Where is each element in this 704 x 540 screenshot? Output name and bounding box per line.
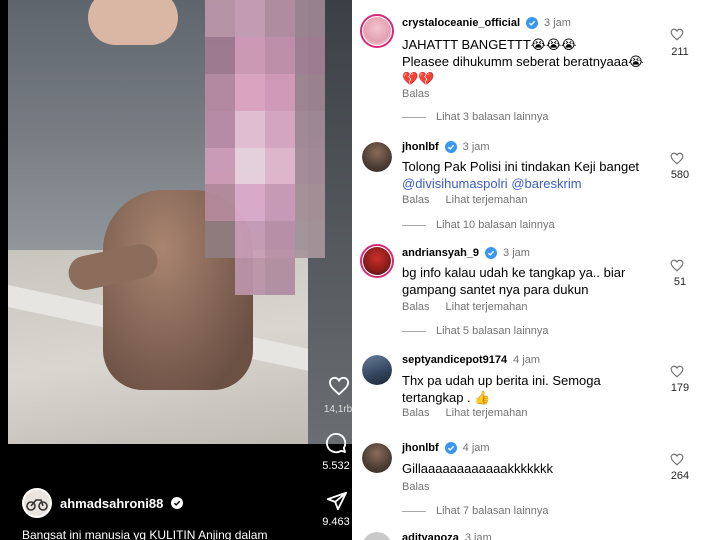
comment-line: Tolong Pak Polisi ini tindakan Keji bang… — [402, 159, 640, 174]
comment-actions: Balas — [402, 88, 430, 100]
comment-like-icon[interactable] — [670, 453, 684, 466]
divider — [402, 116, 426, 118]
commenter-avatar[interactable] — [360, 244, 394, 278]
view-replies-button[interactable]: Lihat 7 balasan lainnya — [402, 505, 549, 517]
comment-time: 4 jam — [462, 442, 490, 454]
comment-like-icon[interactable] — [670, 259, 684, 272]
comment-text: Gillaaaaaaaaaaaakkkkkkk — [402, 460, 662, 477]
comment-username[interactable]: jhonlbf — [402, 442, 439, 454]
commenter-avatar[interactable] — [362, 142, 392, 172]
censor-mosaic — [205, 0, 325, 295]
comment-time: 3 jam — [464, 532, 492, 540]
translate-button[interactable]: Lihat terjemahan — [446, 301, 528, 313]
comment-text: bg info kalau udah ke tangkap ya.. biar … — [402, 264, 662, 298]
comment-header: jhonlbf 3 jam — [402, 141, 490, 153]
verified-badge-icon — [171, 497, 184, 509]
author-avatar[interactable] — [22, 488, 52, 518]
comment-header: crystaloceanie_official 3 jam — [402, 17, 571, 29]
reply-button[interactable]: Balas — [402, 194, 430, 206]
share-button[interactable] — [326, 490, 348, 517]
comment-like-count: 179 — [670, 382, 690, 394]
comment-line: gampang santet nya para dukun — [402, 282, 589, 297]
comment-username[interactable]: septyandicepot9174 — [402, 354, 507, 366]
comment-actions: Balas Lihat terjemahan — [402, 301, 527, 313]
mention-link[interactable]: @divisihumaspolri — [402, 176, 508, 191]
comment-username[interactable]: andriansyah_9 — [402, 247, 479, 259]
commenter-avatar[interactable] — [362, 355, 392, 385]
video-hand — [88, 0, 178, 45]
verified-badge-icon — [444, 141, 457, 153]
comments-panel: crystaloceanie_official 3 jam JAHATTT BA… — [352, 0, 704, 540]
divider — [402, 224, 426, 226]
commenter-avatar[interactable] — [362, 443, 392, 473]
comment-actions: Balas Lihat terjemahan — [402, 194, 527, 206]
comment-button[interactable] — [325, 432, 347, 459]
reply-button[interactable]: Balas — [402, 88, 430, 100]
comment-like-icon[interactable] — [670, 152, 684, 165]
verified-badge-icon — [444, 442, 457, 454]
view-replies-button[interactable]: Lihat 5 balasan lainnya — [402, 325, 549, 337]
comment-line: Pleasee dihukumm seberat beratnyaaa😭 — [402, 54, 644, 69]
comment-count: 5.532 — [322, 460, 350, 472]
divider — [402, 510, 426, 512]
comment-like-count: 264 — [670, 470, 690, 482]
motorcycle-icon — [26, 499, 48, 511]
post-caption: Bangsat ini manusia yg KULITIN Anjing da… — [22, 528, 268, 540]
like-count: 14,1rb — [323, 404, 352, 415]
comment-like-count: 51 — [673, 276, 687, 288]
comment-line: 💔💔 — [402, 71, 435, 86]
commenter-avatar[interactable] — [360, 14, 394, 48]
divider — [402, 330, 426, 332]
comment-line: Thx pa udah up berita ini. Semoga — [402, 373, 601, 388]
translate-button[interactable]: Lihat terjemahan — [446, 194, 528, 206]
comment-line: JAHATTT BANGETTT😭😭😭 — [402, 37, 577, 52]
comment-time: 4 jam — [513, 354, 541, 366]
paper-plane-icon — [326, 491, 348, 511]
share-count: 9.463 — [322, 516, 350, 528]
comment-time: 3 jam — [462, 141, 490, 153]
comment-actions: Balas Lihat terjemahan — [402, 407, 527, 419]
comment-username[interactable]: crystaloceanie_official — [402, 17, 520, 29]
comment-header: andriansyah_9 3 jam — [402, 247, 530, 259]
comment-actions: Balas — [402, 481, 430, 493]
view-replies-label: Lihat 10 balasan lainnya — [436, 219, 555, 231]
comment-time: 3 jam — [544, 17, 571, 29]
view-replies-button[interactable]: Lihat 3 balasan lainnya — [402, 111, 549, 123]
comment-line: bg info kalau udah ke tangkap ya.. biar — [402, 265, 626, 280]
comment-like-count: 211 — [671, 46, 689, 58]
comment-header: septyandicepot9174 4 jam — [402, 354, 540, 366]
comment-username[interactable]: jhonlbf — [402, 141, 439, 153]
comment-text: Tolong Pak Polisi ini tindakan Keji bang… — [402, 158, 662, 192]
comment-text: JAHATTT BANGETTT😭😭😭 Pleasee dihukumm seb… — [402, 36, 662, 87]
comment-time: 3 jam — [503, 247, 530, 259]
video-post-panel: 14,1rb 5.532 9.463 ahmadsahroni88 Bangsa… — [0, 0, 352, 540]
comment-like-count: 580 — [670, 169, 690, 181]
commenter-avatar[interactable] — [362, 532, 392, 540]
mention-link[interactable]: @bareskrim — [511, 176, 581, 191]
video-player[interactable] — [8, 0, 352, 444]
post-author[interactable]: ahmadsahroni88 — [22, 488, 184, 518]
translate-button[interactable]: Lihat terjemahan — [446, 407, 528, 419]
like-button[interactable] — [328, 376, 350, 401]
view-replies-button[interactable]: Lihat 10 balasan lainnya — [402, 219, 555, 231]
comment-like-icon[interactable] — [670, 365, 684, 378]
reply-button[interactable]: Balas — [402, 481, 430, 493]
reply-button[interactable]: Balas — [402, 301, 430, 313]
verified-badge-icon — [485, 247, 498, 259]
view-replies-label: Lihat 5 balasan lainnya — [436, 325, 549, 337]
reply-button[interactable]: Balas — [402, 407, 430, 419]
view-replies-label: Lihat 3 balasan lainnya — [436, 111, 549, 123]
author-username[interactable]: ahmadsahroni88 — [60, 496, 163, 511]
view-replies-label: Lihat 7 balasan lainnya — [436, 505, 549, 517]
comment-line: tertangkap . 👍 — [402, 390, 491, 405]
comment-text: Thx pa udah up berita ini. Semoga tertan… — [402, 372, 662, 406]
comment-line: Gillaaaaaaaaaaaakkkkkkk — [402, 461, 554, 476]
verified-badge-icon — [526, 17, 539, 29]
comment-bubble-icon — [326, 433, 347, 454]
comment-header: jhonlbf 4 jam — [402, 442, 490, 454]
comment-like-icon[interactable] — [670, 28, 684, 41]
heart-icon — [328, 376, 350, 396]
comment-header: adityapoza 3 jam — [402, 532, 492, 540]
comment-username[interactable]: adityapoza — [402, 532, 459, 540]
